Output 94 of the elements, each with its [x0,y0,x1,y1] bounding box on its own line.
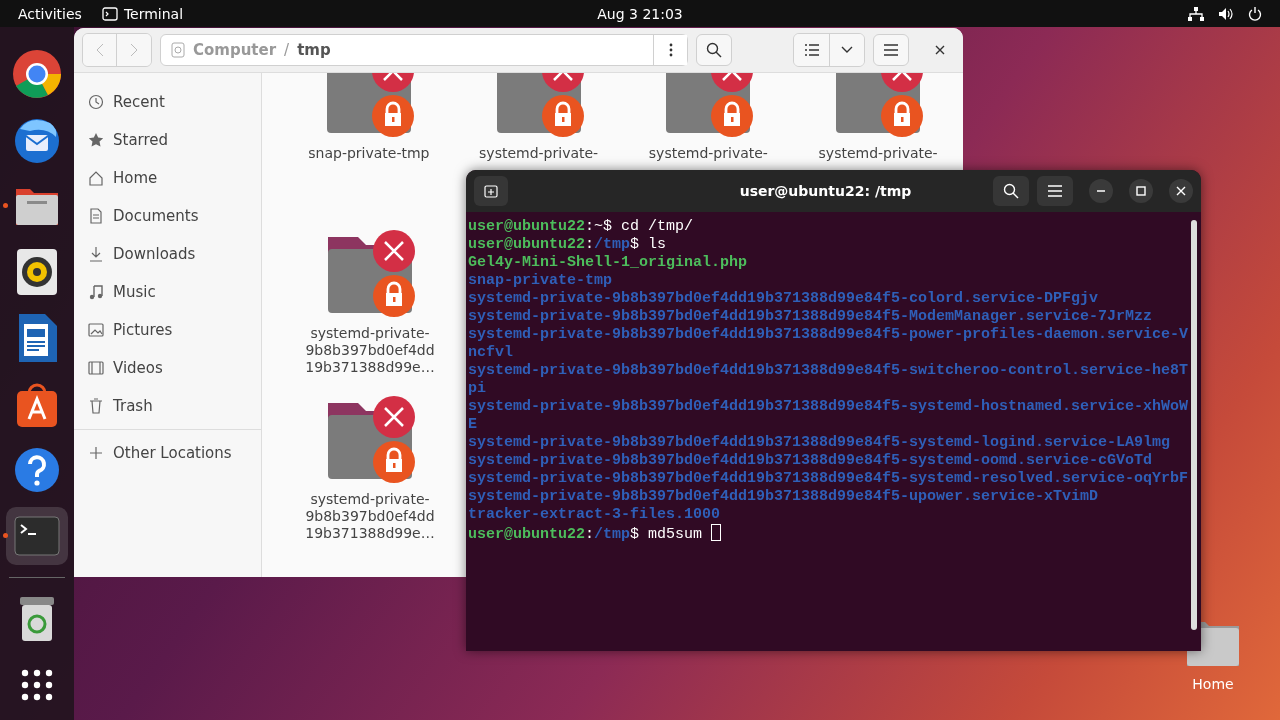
close-icon [1176,186,1186,196]
close-icon [935,45,945,55]
sidebar-item[interactable]: Home [113,169,158,187]
menu-icon [884,44,898,56]
network-icon[interactable] [1188,6,1204,21]
file-name: systemd-private- 9b8b397bd0ef4dd 19b371388d99e… [305,325,435,376]
file-name: systemd-private-9b8b397bd0ef4dd19b371388d99e84f5-systemd-logind.service-LA9lmg [468,434,1171,451]
prompt-user: user@ubuntu22 [468,526,586,543]
search-button[interactable] [696,34,732,66]
file-name: systemd-private-9b8b397bd0ef4dd19b371388d99e84f5-systemd-hostnamed.service-xhWoW [468,398,1189,415]
activities-button[interactable]: Activities [18,5,82,22]
close-button[interactable] [1169,179,1193,203]
shopping-bag-icon[interactable] [15,381,59,427]
file-name: ncfvl [468,344,513,361]
documents-icon [88,208,104,224]
music-icon [88,284,104,300]
file-name: systemd-private-9b8b397bd0ef4dd19b371388d99e84f5-systemd-resolved.service-oqYrbF [468,470,1189,487]
browser-icon[interactable] [12,49,62,99]
file-name: pi [468,380,486,397]
menu-icon [1048,185,1062,197]
sidebar-item[interactable]: Videos [113,359,163,377]
prompt-user: user@ubuntu22 [468,236,586,253]
home-icon [88,170,104,186]
maximize-button[interactable] [1129,179,1153,203]
sidebar-item[interactable]: Pictures [113,321,173,339]
terminal-text: : [585,526,595,543]
terminal-icon[interactable] [14,516,60,556]
file-name: systemd-private-9b8b397bd0ef4dd19b371388d99e84f5-systemd-oomd.service-cGVoTd [468,452,1153,469]
app-menu[interactable]: Terminal [123,5,184,22]
search-button[interactable] [993,176,1029,206]
new-tab-icon [484,184,498,198]
app-grid-icon[interactable] [21,669,53,701]
recent-icon [88,94,104,110]
power-icon[interactable] [1248,6,1262,21]
file-name: systemd-private- 9b8b397bd0ef4dd 19b371388d99e… [305,491,435,542]
sidebar-item[interactable]: Music [113,283,156,301]
list-view-button[interactable] [794,34,830,66]
prompt-path: /tmp [594,526,631,543]
document-icon[interactable] [17,314,57,362]
prompt-path: /tmp [594,236,631,253]
pictures-icon [88,322,104,338]
file-name: snap-private-tmp [468,272,613,289]
speaker-icon[interactable] [17,249,57,295]
file-name: systemd-private-9b8b397bd0ef4dd19b371388d99e84f5-ModemManager.service-7JrMzz [468,308,1153,325]
prompt-user: user@ubuntu22 [468,218,586,235]
trash-icon [88,398,104,414]
minimize-button[interactable] [1089,179,1113,203]
terminal-text: : [585,236,595,253]
file-name: systemd-private- [648,145,768,162]
sidebar-item[interactable]: Documents [113,207,199,225]
file-name: E [468,416,477,433]
scrollbar[interactable] [1191,220,1197,630]
terminal-text: :~$ cd /tmp/ [585,218,694,235]
chevron-right-icon [130,43,138,57]
search-icon [706,42,722,58]
window-title: user@ubuntu22: /tmp [738,183,913,199]
sidebar-item[interactable]: Starred [113,131,169,149]
menu-button[interactable] [1037,176,1073,206]
minimize-icon [1097,190,1105,192]
sidebar-item[interactable]: Trash [113,397,153,415]
chevron-left-icon [95,43,104,57]
videos-icon [88,360,104,376]
other-icon [88,445,104,461]
list-icon [804,44,819,56]
file-name: systemd-private- [818,145,938,162]
downloads-icon [88,246,104,262]
help-icon[interactable] [14,447,60,493]
desktop-icon-label[interactable]: Home [1192,676,1234,692]
file-name: systemd-private- [479,145,599,162]
path-separator: / [284,41,290,59]
trash-icon[interactable] [19,597,55,641]
sidebar-item[interactable]: Downloads [113,245,196,263]
terminal-text: $ md5sum [630,526,704,543]
file-name: systemd-private-9b8b397bd0ef4dd19b371388d99e84f5-colord.service-DPFgjv [468,290,1099,307]
terminal-text: $ ls [630,236,667,253]
sidebar-item[interactable]: Other Locations [113,444,232,462]
new-tab-button[interactable] [474,176,508,206]
volume-icon[interactable] [1218,6,1234,21]
chevron-down-icon [841,46,853,54]
terminal-icon [101,6,118,21]
sidebar-item[interactable]: Recent [113,93,165,111]
path-crumb[interactable]: tmp [297,41,331,59]
kebab-icon [668,43,673,57]
file-name: Gel4y-Mini-Shell-1_original.php [468,254,748,271]
file-name: systemd-private-9b8b397bd0ef4dd19b371388d99e84f5-power-profiles-daemon.service-V [468,326,1189,343]
maximize-icon [1136,186,1146,196]
file-name: snap-private-tmp [308,145,430,162]
file-name: tracker-extract-3-files.1000 [468,506,721,523]
clock[interactable]: Aug 3 21:03 [597,5,683,22]
file-name: systemd-private-9b8b397bd0ef4dd19b371388d99e84f5-switcheroo-control.service-he8T [468,362,1189,379]
starred-icon [88,132,104,148]
file-name: systemd-private-9b8b397bd0ef4dd19b371388d99e84f5-upower.service-xTvimD [468,488,1099,505]
menu-button[interactable] [873,34,909,66]
search-icon [1003,183,1019,199]
